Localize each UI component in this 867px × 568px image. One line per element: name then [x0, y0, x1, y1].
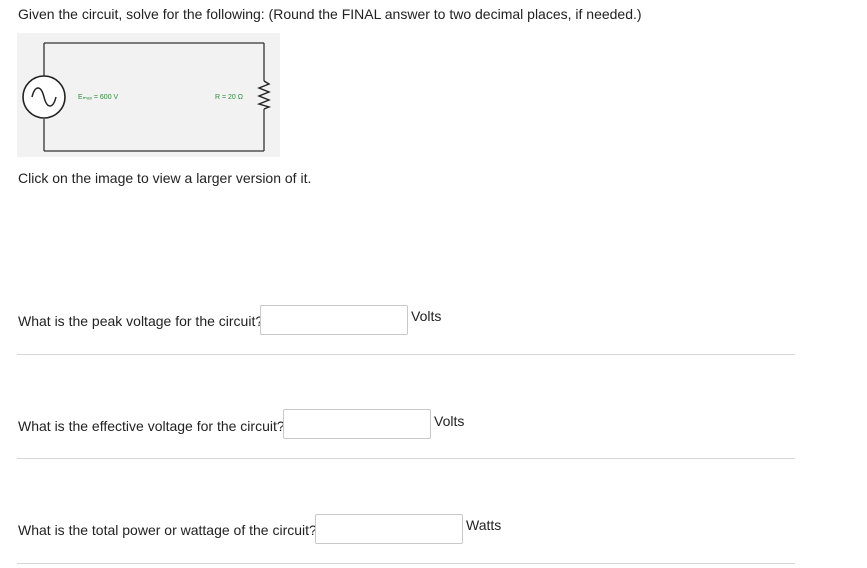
resistor-icon: [256, 80, 272, 110]
ac-source-icon: [22, 75, 66, 119]
question-total-power-label: What is the total power or wattage of th…: [18, 522, 317, 538]
question-effective-voltage-label: What is the effective voltage for the ci…: [18, 418, 285, 434]
resistor-label: R = 20 Ω: [215, 94, 243, 101]
divider: [17, 563, 795, 564]
instructions-text: Given the circuit, solve for the followi…: [18, 6, 642, 22]
divider: [17, 458, 795, 459]
peak-voltage-unit: Volts: [411, 308, 442, 324]
enlarge-image-note: Click on the image to view a larger vers…: [18, 170, 312, 186]
circuit-diagram: Eₘₐₓ = 600 V R = 20 Ω: [22, 42, 272, 152]
total-power-unit: Watts: [466, 517, 502, 533]
divider: [17, 354, 795, 355]
question-peak-voltage-label: What is the peak voltage for the circuit…: [18, 313, 264, 329]
peak-voltage-input[interactable]: [260, 305, 408, 335]
total-power-input[interactable]: [315, 514, 463, 544]
effective-voltage-unit: Volts: [434, 413, 465, 429]
source-label: Eₘₐₓ = 600 V: [78, 94, 119, 101]
circuit-diagram-image[interactable]: Eₘₐₓ = 600 V R = 20 Ω: [17, 33, 280, 157]
effective-voltage-input[interactable]: [283, 409, 431, 439]
